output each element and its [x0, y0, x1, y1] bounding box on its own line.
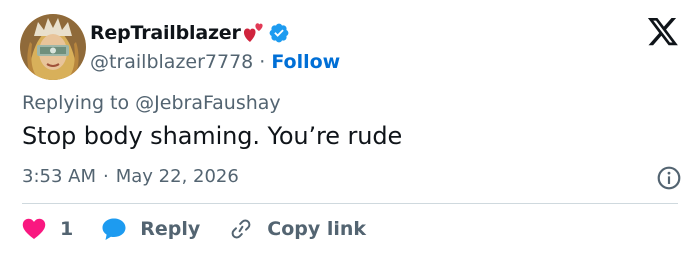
like-button[interactable]: 1	[22, 218, 73, 240]
tweet-date[interactable]: May 22, 2026	[116, 166, 239, 187]
avatar[interactable]	[20, 14, 86, 80]
replying-to-text: Replying to @JebraFaushay	[22, 92, 281, 114]
reply-button[interactable]: Reply	[101, 217, 200, 241]
like-count: 1	[60, 218, 74, 240]
divider	[22, 203, 678, 204]
action-bar: 1 Reply Copy link	[22, 214, 366, 244]
two-hearts-emoji-icon	[243, 23, 263, 42]
info-icon[interactable]	[656, 165, 682, 191]
verified-badge-icon	[269, 23, 289, 43]
handle-separator: ·	[259, 51, 266, 73]
handle-row: @trailblazer7778 · Follow	[90, 50, 340, 74]
tweet-time[interactable]: 3:53 AM	[22, 166, 96, 187]
timestamp-separator: ·	[103, 166, 109, 187]
name-row: RepTrailblazer	[90, 20, 290, 46]
link-icon	[231, 219, 251, 239]
x-logo-icon[interactable]	[646, 18, 680, 48]
display-name[interactable]: RepTrailblazer	[90, 22, 241, 44]
copy-link-button[interactable]: Copy link	[228, 217, 366, 241]
copy-link-label: Copy link	[267, 218, 367, 240]
follow-button[interactable]: Follow	[271, 51, 340, 73]
tweet-header: RepTrailblazer @trailblazer7778 · Follow	[20, 14, 680, 80]
avatar-image	[20, 14, 86, 80]
user-handle[interactable]: @trailblazer7778	[90, 51, 253, 73]
heart-icon	[22, 218, 46, 239]
reply-label: Reply	[140, 218, 201, 240]
tweet-timestamp[interactable]: 3:53 AM · May 22, 2026	[22, 166, 239, 187]
speech-bubble-icon	[102, 218, 126, 240]
tweet-text: Stop body shaming. You’re rude	[22, 122, 403, 150]
